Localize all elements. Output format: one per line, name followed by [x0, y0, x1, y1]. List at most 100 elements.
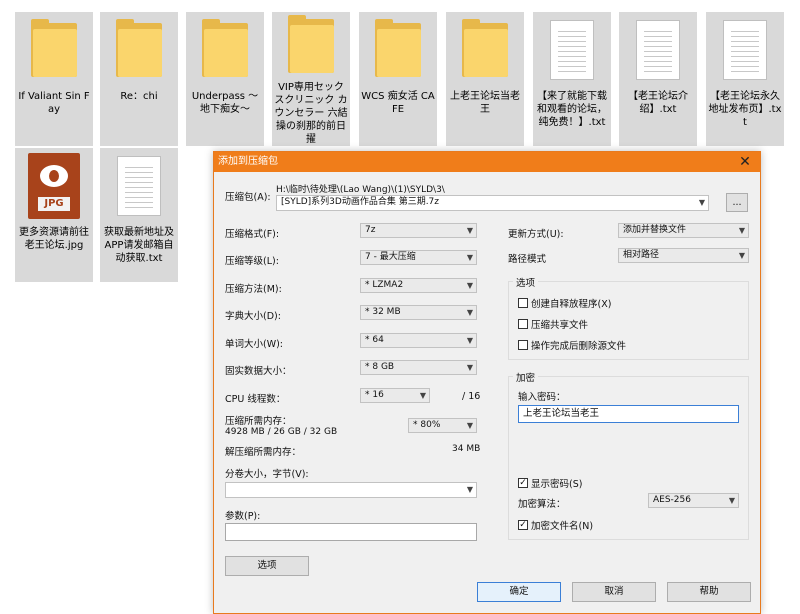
file-name: 上老王论坛当老王	[450, 91, 520, 115]
text-file-icon	[117, 156, 161, 216]
mem-decomp-value: 34 MB	[452, 444, 481, 454]
format-label: 压缩格式(F):	[225, 229, 280, 240]
file-item[interactable]: Re：chi	[100, 12, 178, 146]
cancel-button[interactable]: 取消	[572, 582, 656, 602]
chevron-down-icon: ▼	[466, 421, 473, 430]
chevron-down-icon: ▼	[738, 251, 745, 260]
options-group-title: 选项	[513, 275, 539, 289]
show-password-label: 显示密码(S)	[531, 479, 583, 490]
chevron-down-icon: ▼	[466, 281, 473, 290]
sfx-checkbox[interactable]: 创建自释放程序(X)	[518, 296, 611, 310]
file-item[interactable]: 【来了就能下载和观看的论坛，纯免费！】.txt	[533, 12, 611, 146]
chevron-down-icon: ▼	[466, 485, 473, 494]
file-name: Re：chi	[120, 91, 158, 102]
mem-comp-label: 压缩所需内存：	[225, 416, 292, 427]
file-item[interactable]: If Valiant Sin Fay	[15, 12, 93, 146]
threads-value: * 16	[365, 390, 384, 400]
file-item[interactable]: 上老王论坛当老王	[446, 12, 524, 146]
format-select[interactable]: 7z ▼	[360, 223, 477, 238]
threads-select[interactable]: * 16 ▼	[360, 388, 430, 403]
threads-label: CPU 线程数：	[225, 394, 286, 405]
archive-name-value: [SYLD]系列3D动画作品合集 第三期.7z	[281, 197, 440, 207]
chevron-down-icon: ▼	[728, 496, 735, 505]
mem-pct-select[interactable]: * 80% ▼	[408, 418, 477, 433]
file-item[interactable]: Underpass ～地下痴女～	[186, 12, 264, 146]
file-item[interactable]: 【老王论坛永久地址发布页】.txt	[706, 12, 784, 146]
threads-total: / 16	[462, 391, 481, 402]
solid-select[interactable]: * 8 GB ▼	[360, 360, 477, 375]
dialog-titlebar[interactable]: 添加到压缩包 ✕	[214, 152, 760, 172]
dict-value: * 32 MB	[365, 307, 401, 317]
enc-method-select[interactable]: AES-256 ▼	[648, 493, 739, 508]
close-icon[interactable]: ✕	[738, 152, 752, 172]
help-button[interactable]: 帮助	[667, 582, 751, 602]
path-select[interactable]: 相对路径 ▼	[618, 248, 749, 263]
jpg-badge: JPG	[38, 197, 70, 211]
enc-method-value: AES-256	[653, 495, 691, 505]
folder-icon	[202, 19, 248, 77]
chevron-down-icon: ▼	[698, 198, 705, 207]
chevron-down-icon: ▼	[466, 308, 473, 317]
checkbox-icon	[518, 319, 528, 329]
path-value: 相对路径	[623, 250, 660, 260]
mem-decomp-label: 解压缩所需内存：	[225, 447, 302, 458]
method-select[interactable]: * LZMA2 ▼	[360, 278, 477, 293]
shared-checkbox[interactable]: 压缩共享文件	[518, 317, 588, 331]
password-label: 输入密码：	[518, 392, 566, 403]
ok-button[interactable]: 确定	[477, 582, 561, 602]
mem-comp-value: 4928 MB / 26 GB / 32 GB	[225, 427, 338, 437]
level-value: 7 - 最大压缩	[365, 252, 416, 262]
dialog-title: 添加到压缩包	[218, 156, 278, 167]
encryption-group-title: 加密	[513, 370, 539, 384]
file-item[interactable]: 获取最新地址及APP请发邮箱自动获取.txt	[100, 148, 178, 282]
params-label: 参数(P):	[225, 511, 261, 522]
text-file-icon	[550, 20, 594, 80]
split-select[interactable]: ▼	[225, 482, 477, 498]
method-value: * LZMA2	[365, 280, 404, 290]
delete-source-checkbox[interactable]: 操作完成后删除源文件	[518, 338, 626, 352]
browse-button[interactable]: ...	[726, 193, 748, 212]
file-item[interactable]: WCS 痴女活 CAFE	[359, 12, 437, 146]
archive-label: 压缩包(A):	[225, 192, 271, 203]
folder-icon	[375, 19, 421, 77]
add-to-archive-dialog: 添加到压缩包 ✕ 压缩包(A): H:\临时\待处理\(Lao Wang)\(1…	[213, 151, 761, 614]
dict-select[interactable]: * 32 MB ▼	[360, 305, 477, 320]
chevron-down-icon: ▼	[466, 253, 473, 262]
update-select[interactable]: 添加并替换文件 ▼	[618, 223, 749, 238]
password-input[interactable]: 上老王论坛当老王	[518, 405, 739, 423]
folder-icon	[31, 19, 77, 77]
chevron-down-icon: ▼	[738, 226, 745, 235]
level-select[interactable]: 7 - 最大压缩 ▼	[360, 250, 477, 265]
file-name: 更多资源请前往老王论坛.jpg	[19, 227, 89, 251]
folder-icon	[116, 19, 162, 77]
folder-icon	[288, 14, 334, 73]
params-input[interactable]	[225, 523, 477, 541]
delete-source-label: 操作完成后删除源文件	[531, 341, 627, 352]
level-label: 压缩等级(L):	[225, 256, 279, 267]
encrypt-names-checkbox[interactable]: ✓ 加密文件名(N)	[518, 518, 593, 532]
options-button[interactable]: 选项	[225, 556, 309, 576]
file-name: Underpass ～地下痴女～	[191, 91, 259, 115]
file-item[interactable]: 【老王论坛介绍】.txt	[619, 12, 697, 146]
chevron-down-icon: ▼	[419, 391, 426, 400]
file-name: WCS 痴女活 CAFE	[361, 91, 435, 115]
update-label: 更新方式(U):	[508, 229, 564, 240]
show-password-checkbox[interactable]: ✓ 显示密码(S)	[518, 476, 582, 490]
checkbox-icon	[518, 340, 528, 350]
shared-label: 压缩共享文件	[531, 320, 589, 331]
file-item[interactable]: VIP専用セックスクリニック カウンセラー 六結操の刹那的前日擢	[272, 12, 350, 146]
word-select[interactable]: * 64 ▼	[360, 333, 477, 348]
file-item[interactable]: JPG 更多资源请前往老王论坛.jpg	[15, 148, 93, 282]
file-name: 【来了就能下载和观看的论坛，纯免费！】.txt	[537, 91, 607, 128]
check-icon: ✓	[518, 478, 528, 488]
dict-label: 字典大小(D):	[225, 311, 281, 322]
folder-icon	[462, 19, 508, 77]
encrypt-names-label: 加密文件名(N)	[531, 521, 594, 532]
sfx-label: 创建自释放程序(X)	[531, 299, 612, 310]
chevron-down-icon: ▼	[466, 336, 473, 345]
chevron-down-icon: ▼	[466, 226, 473, 235]
text-file-icon	[723, 20, 767, 80]
chevron-down-icon: ▼	[466, 363, 473, 372]
check-icon: ✓	[518, 520, 528, 530]
archive-name-combo[interactable]: [SYLD]系列3D动画作品合集 第三期.7z ▼	[276, 195, 709, 211]
